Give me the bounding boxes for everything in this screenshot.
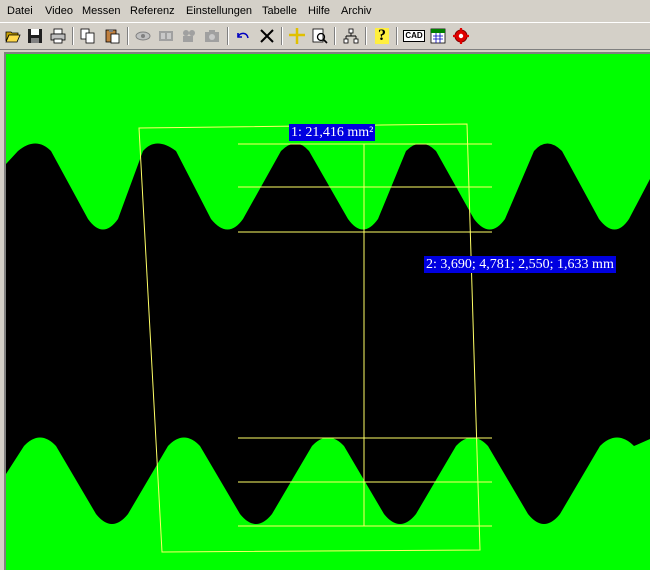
floppy-disk-icon <box>28 29 42 43</box>
eye-icon <box>135 31 151 41</box>
toolbar-separator <box>127 27 129 45</box>
gear-icon <box>453 28 469 44</box>
measurement-view: 1: 21,416 mm² 2: 3,690; 4,781; 2,550; 1,… <box>0 50 650 570</box>
cad-icon: CAD <box>403 30 425 42</box>
help-icon: ? <box>375 28 389 44</box>
toolbar-separator <box>72 27 74 45</box>
folder-open-icon <box>5 31 21 43</box>
print-button[interactable] <box>48 26 68 46</box>
menu-hilfe[interactable]: Hilfe <box>308 4 330 18</box>
menu-datei[interactable]: Datei <box>7 4 33 18</box>
view-button[interactable] <box>133 26 153 46</box>
copy-button[interactable] <box>78 26 98 46</box>
toolbar-separator <box>365 27 367 45</box>
snapshot-button[interactable] <box>202 26 222 46</box>
zoom-page-button[interactable] <box>310 26 330 46</box>
camera-reel-icon <box>183 30 195 42</box>
save-button[interactable] <box>25 26 45 46</box>
toolbar: ? CAD <box>0 22 650 50</box>
help-button[interactable]: ? <box>372 26 392 46</box>
copy-icon <box>80 28 95 44</box>
close-icon <box>260 29 274 43</box>
menu-tabelle[interactable]: Tabelle <box>262 4 297 18</box>
menu-referenz[interactable]: Referenz <box>130 4 175 18</box>
paste-button[interactable] <box>102 26 122 46</box>
export-button[interactable] <box>428 26 448 46</box>
thread-part-shape <box>6 143 650 524</box>
menu-archiv[interactable]: Archiv <box>341 4 372 18</box>
camera-icon <box>205 30 219 42</box>
video-button[interactable] <box>156 26 176 46</box>
distance-measurement-label[interactable]: 2: 3,690; 4,781; 2,550; 1,633 mm <box>424 256 616 273</box>
area-measurement-label[interactable]: 1: 21,416 mm² <box>289 124 376 141</box>
hierarchy-button[interactable] <box>341 26 361 46</box>
camera-image-frame[interactable]: 1: 21,416 mm² 2: 3,690; 4,781; 2,550; 1,… <box>4 52 650 570</box>
film-icon <box>159 31 173 41</box>
network-tree-icon <box>343 28 359 44</box>
document-magnifier-icon <box>312 28 328 44</box>
toolbar-separator <box>281 27 283 45</box>
open-button[interactable] <box>3 26 23 46</box>
camera-button[interactable] <box>179 26 199 46</box>
toolbar-separator <box>227 27 229 45</box>
paste-icon <box>105 29 120 44</box>
printer-icon <box>50 28 66 44</box>
crosshair-icon <box>289 28 305 44</box>
undo-button[interactable] <box>233 26 253 46</box>
menu-einstellungen[interactable]: Einstellungen <box>186 4 252 18</box>
menu-video[interactable]: Video <box>45 4 73 18</box>
menu-bar: Datei Video Messen Referenz Einstellunge… <box>0 0 650 22</box>
settings-button[interactable] <box>451 26 471 46</box>
crosshair-button[interactable] <box>287 26 307 46</box>
spreadsheet-export-icon <box>430 28 446 44</box>
toolbar-separator <box>396 27 398 45</box>
delete-button[interactable] <box>257 26 277 46</box>
cad-button[interactable]: CAD <box>403 26 425 46</box>
menu-messen[interactable]: Messen <box>82 4 121 18</box>
toolbar-separator <box>334 27 336 45</box>
undo-icon <box>237 32 249 39</box>
